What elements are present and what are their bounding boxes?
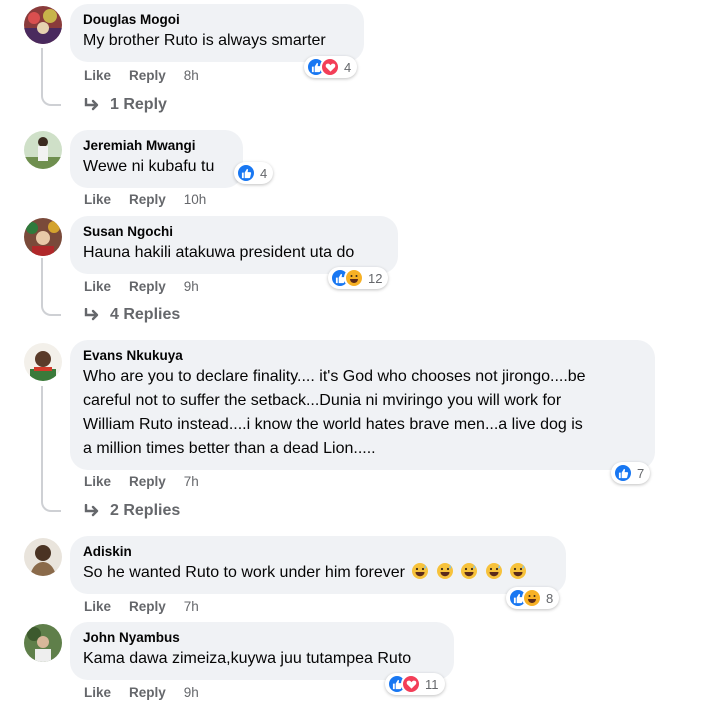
reaction-summary[interactable]: 4 [234,162,274,184]
comment-actions: Like Reply 10h [84,192,206,207]
comment-bubble: Susan Ngochi Hauna hakili atakuwa presid… [70,216,398,274]
reaction-count: 11 [425,676,439,692]
comment-actions: Like Reply 7h [84,474,199,489]
view-replies-link[interactable]: 1 Reply [84,96,167,114]
avatar[interactable] [24,538,62,576]
comment-text-line: William Ruto instead....i know the world… [83,416,583,433]
reply-thread-line [41,386,61,512]
reaction-count: 12 [368,270,383,286]
comment-actions: Like Reply 9h [84,279,199,294]
grinning-sweat-emoji-icon [509,562,527,580]
like-reaction-icon [236,163,256,183]
grinning-sweat-emoji-icon [485,562,503,580]
reaction-count: 4 [344,59,352,75]
comment-actions: Like Reply 7h [84,599,199,614]
reply-button[interactable]: Reply [129,68,166,83]
reply-button[interactable]: Reply [129,474,166,489]
comment-timestamp[interactable]: 9h [184,279,199,294]
reaction-summary[interactable]: 11 [385,673,445,695]
comment-bubble: Evans Nkukuya Who are you to declare fin… [70,340,655,470]
like-button[interactable]: Like [84,599,111,614]
comment-bubble: John Nyambus Kama dawa zimeiza,kuywa juu… [70,622,454,680]
reaction-count: 8 [546,590,554,606]
view-replies-link[interactable]: 4 Replies [84,306,180,324]
reply-button[interactable]: Reply [129,685,166,700]
reaction-summary[interactable]: 4 [304,56,358,78]
reply-arrow-icon [84,308,100,322]
haha-reaction-icon [344,268,364,288]
reply-arrow-icon [84,98,100,112]
comment-bubble: Adiskin So he wanted Ruto to work under … [70,536,566,594]
reply-arrow-icon [84,504,100,518]
view-replies-link[interactable]: 2 Replies [84,502,180,520]
comment-author[interactable]: Adiskin [83,543,553,561]
reaction-summary[interactable]: 12 [328,267,389,289]
comment-text: Hauna hakili atakuwa president uta do [83,244,355,261]
comment-bubble: Douglas Mogoi My brother Ruto is always … [70,4,364,62]
comment-timestamp[interactable]: 8h [184,68,199,83]
reaction-summary[interactable]: 7 [611,462,651,484]
reply-button[interactable]: Reply [129,192,166,207]
comment-actions: Like Reply 8h [84,68,199,83]
comment-text: My brother Ruto is always smarter [83,32,326,49]
like-reaction-icon [613,463,633,483]
comment-timestamp[interactable]: 7h [184,474,199,489]
grinning-sweat-emoji-icon [436,562,454,580]
haha-reaction-icon [522,588,542,608]
comment-text: Kama dawa zimeiza,kuywa juu tutampea Rut… [83,650,412,667]
comment-author[interactable]: Jeremiah Mwangi [83,137,230,155]
comment-thread: Douglas Mogoi My brother Ruto is always … [0,0,720,710]
grinning-sweat-emoji-icon [411,562,429,580]
replies-count-label: 4 Replies [110,306,181,323]
like-button[interactable]: Like [84,685,111,700]
replies-count-label: 2 Replies [110,502,181,519]
like-button[interactable]: Like [84,279,111,294]
comment-timestamp[interactable]: 10h [184,192,207,207]
reply-button[interactable]: Reply [129,599,166,614]
comment-timestamp[interactable]: 9h [184,685,199,700]
reply-thread-line [41,48,61,106]
avatar[interactable] [24,624,62,662]
comment-text-line: Who are you to declare finality.... it's… [83,368,586,385]
grinning-sweat-emoji-icon [460,562,478,580]
comment-text-line: careful not to suffer the setback...Duni… [83,392,562,409]
replies-count-label: 1 Reply [110,96,167,113]
like-button[interactable]: Like [84,68,111,83]
comment-timestamp[interactable]: 7h [184,599,199,614]
comment-text-line: a million times better than a dead Lion.… [83,440,376,457]
reaction-summary[interactable]: 8 [506,587,560,609]
avatar[interactable] [24,131,62,169]
avatar[interactable] [24,343,62,381]
reaction-count: 4 [260,165,268,181]
reply-button[interactable]: Reply [129,279,166,294]
love-reaction-icon [320,57,340,77]
reaction-count: 7 [637,465,645,481]
like-button[interactable]: Like [84,474,111,489]
like-button[interactable]: Like [84,192,111,207]
love-reaction-icon [401,674,421,694]
comment-author[interactable]: Evans Nkukuya [83,347,642,365]
comment-bubble: Jeremiah Mwangi Wewe ni kubafu tu [70,130,243,188]
comment-text: So he wanted Ruto to work under him fore… [83,561,553,585]
avatar[interactable] [24,218,62,256]
comment-author[interactable]: John Nyambus [83,629,441,647]
comment-text-body: So he wanted Ruto to work under him fore… [83,564,405,581]
comment-author[interactable]: Douglas Mogoi [83,11,351,29]
comment-author[interactable]: Susan Ngochi [83,223,385,241]
reply-thread-line [41,258,61,316]
comment-text: Wewe ni kubafu tu [83,158,215,175]
avatar[interactable] [24,6,62,44]
comment-actions: Like Reply 9h [84,685,199,700]
